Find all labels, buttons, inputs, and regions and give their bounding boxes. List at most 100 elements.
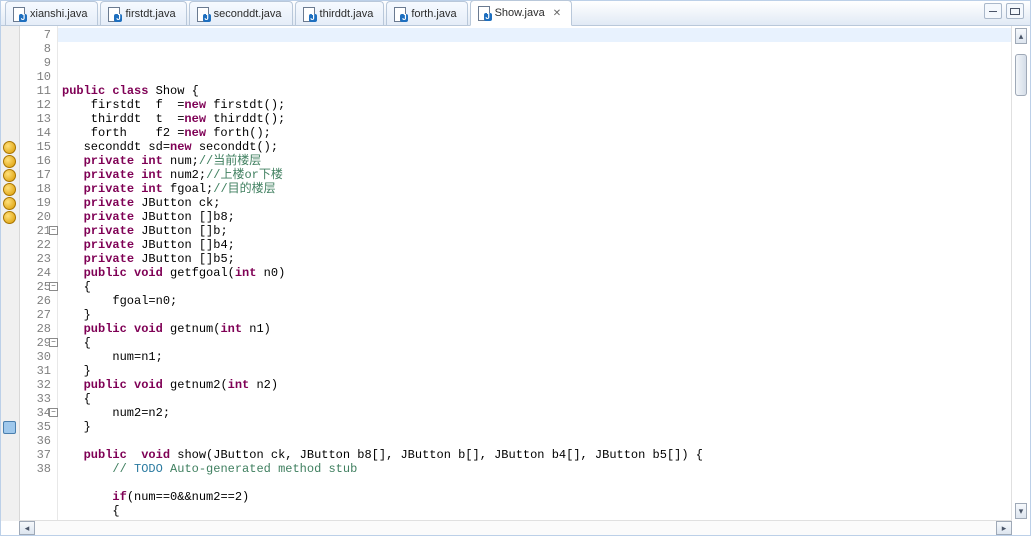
java-file-icon bbox=[393, 7, 407, 21]
line-number: 15 bbox=[20, 140, 57, 154]
vertical-scroll-thumb[interactable] bbox=[1015, 54, 1027, 96]
tab-label: firstdt.java bbox=[125, 8, 175, 20]
scroll-up-arrow-icon[interactable]: ▴ bbox=[1015, 28, 1027, 44]
line-number: 9 bbox=[20, 56, 57, 70]
scroll-down-arrow-icon[interactable]: ▾ bbox=[1015, 503, 1027, 519]
warning-marker-icon[interactable] bbox=[3, 183, 16, 196]
line-number: 24 bbox=[20, 266, 57, 280]
tab-label: xianshi.java bbox=[30, 8, 87, 20]
code-line[interactable]: private int fgoal;//目的楼层 bbox=[62, 182, 1011, 196]
warning-marker-icon[interactable] bbox=[3, 169, 16, 182]
tab-xianshi-java[interactable]: xianshi.java bbox=[5, 1, 98, 25]
code-line[interactable]: private JButton []b; bbox=[62, 224, 1011, 238]
fold-toggle-icon[interactable]: − bbox=[49, 282, 58, 291]
code-line[interactable]: thirddt t =new thirddt(); bbox=[62, 112, 1011, 126]
code-line[interactable]: private JButton []b4; bbox=[62, 238, 1011, 252]
code-line[interactable]: { bbox=[62, 392, 1011, 406]
code-line[interactable]: public void show(JButton ck, JButton b8[… bbox=[62, 448, 1011, 462]
line-number: 28 bbox=[20, 322, 57, 336]
line-number: 37 bbox=[20, 448, 57, 462]
close-tab-icon[interactable]: ✕ bbox=[553, 8, 561, 19]
code-line[interactable]: { bbox=[62, 504, 1011, 518]
warning-marker-icon[interactable] bbox=[3, 211, 16, 224]
tab-seconddt-java[interactable]: seconddt.java bbox=[189, 1, 293, 25]
line-number: 12 bbox=[20, 98, 57, 112]
code-line[interactable]: } bbox=[62, 364, 1011, 378]
tab-label: seconddt.java bbox=[214, 8, 282, 20]
warning-marker-icon[interactable] bbox=[3, 155, 16, 168]
line-number: 35 bbox=[20, 420, 57, 434]
code-line[interactable]: public void getnum(int n1) bbox=[62, 322, 1011, 336]
line-number: 8 bbox=[20, 42, 57, 56]
warning-marker-icon[interactable] bbox=[3, 141, 16, 154]
line-number: 13 bbox=[20, 112, 57, 126]
code-line[interactable] bbox=[62, 70, 1011, 84]
code-line[interactable]: private JButton []b5; bbox=[62, 252, 1011, 266]
task-marker-icon[interactable] bbox=[3, 421, 16, 434]
code-line[interactable]: } bbox=[62, 420, 1011, 434]
marker-column bbox=[1, 26, 20, 521]
code-line[interactable]: public void getnum2(int n2) bbox=[62, 378, 1011, 392]
editor-window: xianshi.java firstdt.java seconddt.java thi… bbox=[0, 0, 1031, 536]
scroll-left-arrow-icon[interactable]: ◂ bbox=[19, 521, 35, 535]
line-number: 38 bbox=[20, 462, 57, 476]
code-line[interactable]: } bbox=[62, 308, 1011, 322]
tab-firstdt-java[interactable]: firstdt.java bbox=[100, 1, 186, 25]
code-line[interactable]: seconddt sd=new seconddt(); bbox=[62, 140, 1011, 154]
line-number: 21− bbox=[20, 224, 57, 238]
line-number: 29− bbox=[20, 336, 57, 350]
line-number: 14 bbox=[20, 126, 57, 140]
code-line[interactable]: // TODO Auto-generated method stub bbox=[62, 462, 1011, 476]
code-line[interactable]: firstdt f =new firstdt(); bbox=[62, 98, 1011, 112]
code-line[interactable]: private JButton []b8; bbox=[62, 210, 1011, 224]
code-line[interactable]: private int num2;//上楼or下楼 bbox=[62, 168, 1011, 182]
line-number: 18 bbox=[20, 182, 57, 196]
code-area[interactable]: public class Show { firstdt f =new first… bbox=[58, 26, 1011, 521]
line-number: 11 bbox=[20, 84, 57, 98]
line-number: 23 bbox=[20, 252, 57, 266]
code-line[interactable]: fgoal=n0; bbox=[62, 294, 1011, 308]
fold-toggle-icon[interactable]: − bbox=[49, 338, 58, 347]
maximize-view-button[interactable] bbox=[1006, 3, 1024, 19]
tab-forth-java[interactable]: forth.java bbox=[386, 1, 467, 25]
line-number: 22 bbox=[20, 238, 57, 252]
line-number: 31 bbox=[20, 364, 57, 378]
code-line[interactable]: private JButton ck; bbox=[62, 196, 1011, 210]
line-number: 25− bbox=[20, 280, 57, 294]
code-line[interactable] bbox=[62, 476, 1011, 490]
tab-label: Show.java bbox=[495, 7, 545, 19]
code-line[interactable]: { bbox=[62, 280, 1011, 294]
tab-label: thirddt.java bbox=[320, 8, 374, 20]
code-line[interactable]: public class Show { bbox=[62, 84, 1011, 98]
line-number-gutter[interactable]: 789101112131415161718192021−22232425−262… bbox=[20, 26, 58, 521]
code-line[interactable] bbox=[62, 434, 1011, 448]
current-line-highlight bbox=[58, 28, 1011, 42]
line-number: 10 bbox=[20, 70, 57, 84]
code-line[interactable]: private int num;//当前楼层 bbox=[62, 154, 1011, 168]
fold-toggle-icon[interactable]: − bbox=[49, 226, 58, 235]
code-line[interactable]: if(num==0&&num2==2) bbox=[62, 490, 1011, 504]
line-number: 17 bbox=[20, 168, 57, 182]
tab-show-java[interactable]: Show.java ✕ bbox=[470, 0, 573, 26]
code-line[interactable]: num=n1; bbox=[62, 350, 1011, 364]
warning-marker-icon[interactable] bbox=[3, 197, 16, 210]
java-file-icon bbox=[302, 7, 316, 21]
code-line[interactable]: public void getfgoal(int n0) bbox=[62, 266, 1011, 280]
editor-area: 789101112131415161718192021−22232425−262… bbox=[1, 26, 1030, 521]
java-file-icon bbox=[12, 7, 26, 21]
horizontal-scrollbar[interactable]: ◂ ▸ bbox=[19, 520, 1012, 535]
line-number: 27 bbox=[20, 308, 57, 322]
code-line[interactable]: forth f2 =new forth(); bbox=[62, 126, 1011, 140]
tab-thirddt-java[interactable]: thirddt.java bbox=[295, 1, 385, 25]
line-number: 32 bbox=[20, 378, 57, 392]
code-line[interactable]: { bbox=[62, 336, 1011, 350]
line-number: 19 bbox=[20, 196, 57, 210]
vertical-scrollbar[interactable]: ▴ ▾ bbox=[1011, 26, 1030, 521]
scroll-right-arrow-icon[interactable]: ▸ bbox=[996, 521, 1012, 535]
line-number: 26 bbox=[20, 294, 57, 308]
fold-toggle-icon[interactable]: − bbox=[49, 408, 58, 417]
code-line[interactable]: num2=n2; bbox=[62, 406, 1011, 420]
java-file-icon bbox=[196, 7, 210, 21]
minimize-view-button[interactable] bbox=[984, 3, 1002, 19]
java-file-icon bbox=[477, 6, 491, 20]
